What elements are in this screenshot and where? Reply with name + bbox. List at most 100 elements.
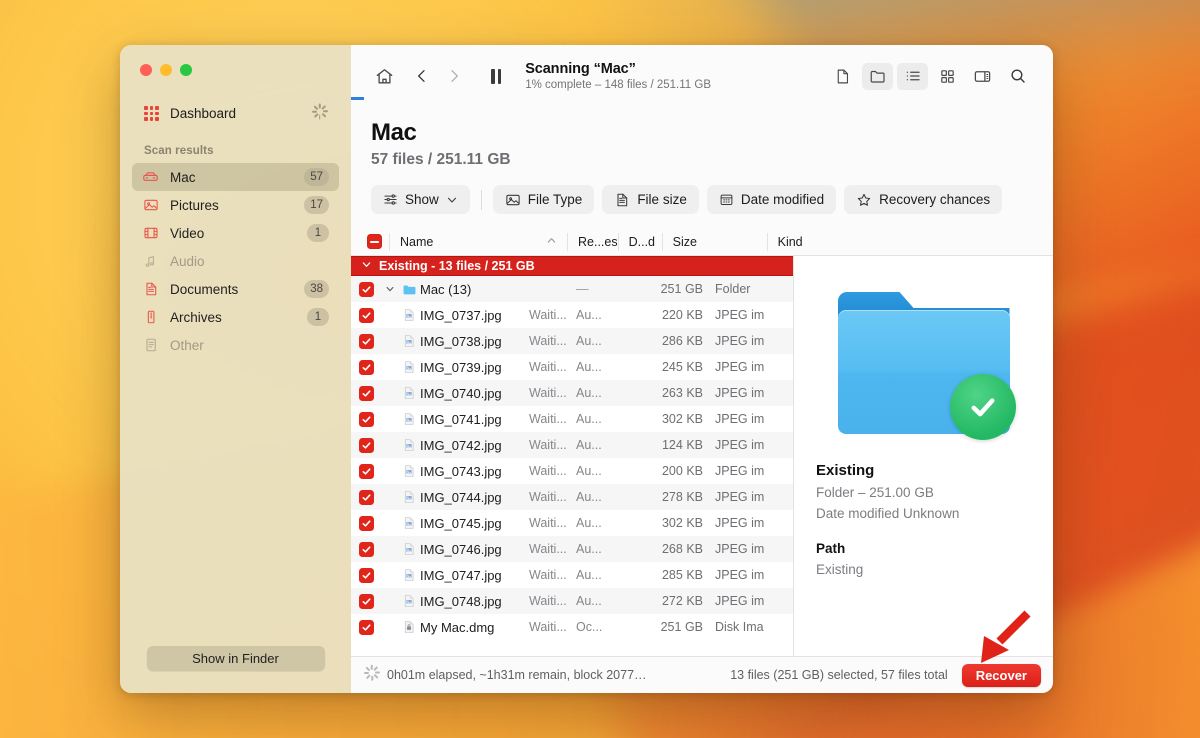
sidebar-item-documents[interactable]: Documents 38 bbox=[132, 275, 339, 303]
filter-bar: Show File Type File size Date modified Reco… bbox=[351, 169, 1053, 228]
filter-chip-file-type[interactable]: File Type bbox=[492, 185, 595, 214]
sidebar-item-dashboard[interactable]: Dashboard bbox=[134, 100, 337, 127]
table-and-preview: Existing - 13 files / 251 GB Mac (13) — 25… bbox=[351, 256, 1053, 656]
check-badge-icon bbox=[949, 374, 1016, 440]
harddisk-icon bbox=[142, 169, 159, 186]
row-size: 302 KB bbox=[661, 412, 703, 426]
table-row[interactable]: IMG_0740.jpg Waiti... Au... 263 KB JPEG im bbox=[351, 380, 793, 406]
checkbox-checked-icon bbox=[358, 281, 374, 297]
table-row[interactable]: Mac (13) — 251 GB Folder bbox=[351, 276, 793, 302]
row-checkbox[interactable] bbox=[351, 333, 381, 349]
toolbar: Scanning “Mac” 1% complete – 148 files /… bbox=[351, 45, 1053, 107]
archive-icon bbox=[142, 309, 159, 325]
row-checkbox[interactable] bbox=[351, 437, 381, 453]
table-row[interactable]: IMG_0745.jpg Waiti... Au... 302 KB JPEG im bbox=[351, 510, 793, 536]
row-checkbox[interactable] bbox=[351, 593, 381, 609]
table-row[interactable]: IMG_0739.jpg Waiti... Au... 245 KB JPEG im bbox=[351, 354, 793, 380]
table-row[interactable]: IMG_0747.jpg Waiti... Au... 285 KB JPEG im bbox=[351, 562, 793, 588]
content-area: Scanning “Mac” 1% complete – 148 files /… bbox=[351, 45, 1053, 693]
checkbox-checked-icon bbox=[358, 385, 374, 401]
row-checkbox[interactable] bbox=[351, 489, 381, 505]
folder-with-check-icon bbox=[837, 284, 1016, 440]
row-kind: JPEG im bbox=[715, 568, 765, 582]
recover-button[interactable]: Recover bbox=[961, 663, 1041, 687]
table-row[interactable]: IMG_0746.jpg Waiti... Au... 268 KB JPEG im bbox=[351, 536, 793, 562]
jpeg-file-icon bbox=[398, 568, 420, 582]
sidebar-item-mac[interactable]: Mac 57 bbox=[132, 163, 339, 191]
jpeg-file-icon bbox=[398, 542, 420, 556]
row-size: 251 GB bbox=[660, 620, 703, 634]
row-size: 263 KB bbox=[661, 386, 703, 400]
filter-chip-date-modified[interactable]: Date modified bbox=[706, 185, 837, 214]
row-checkbox[interactable] bbox=[351, 307, 381, 323]
jpeg-file-icon bbox=[398, 334, 420, 348]
sidebar-item-archives[interactable]: Archives 1 bbox=[132, 303, 339, 331]
sidebar-item-audio[interactable]: Audio bbox=[132, 247, 339, 275]
list-view-icon[interactable] bbox=[897, 62, 928, 90]
row-checkbox[interactable] bbox=[351, 515, 381, 531]
row-checkbox[interactable] bbox=[351, 541, 381, 557]
dmg-file-icon bbox=[398, 620, 420, 634]
column-header-kind[interactable]: Kind bbox=[766, 232, 1053, 251]
nav-buttons bbox=[407, 63, 469, 89]
sidebar-item-pictures[interactable]: Pictures 17 bbox=[132, 191, 339, 219]
row-size: 272 KB bbox=[661, 594, 703, 608]
folder-view-icon[interactable] bbox=[862, 62, 893, 90]
checkbox-checked-icon bbox=[358, 515, 374, 531]
row-checkbox[interactable] bbox=[351, 281, 381, 297]
search-icon[interactable] bbox=[1002, 63, 1033, 90]
row-checkbox[interactable] bbox=[351, 359, 381, 375]
page-subtitle: 57 files / 251.11 GB bbox=[371, 151, 511, 168]
row-checkbox[interactable] bbox=[351, 411, 381, 427]
row-recovery: Waiti... bbox=[529, 516, 567, 530]
sidebar-item-other[interactable]: Other bbox=[132, 331, 339, 359]
row-checkbox[interactable] bbox=[351, 385, 381, 401]
table-row[interactable]: My Mac.dmg Waiti... Oc... 251 GB Disk Ima bbox=[351, 614, 793, 640]
chevron-right-icon[interactable] bbox=[439, 63, 469, 89]
show-in-finder-button[interactable]: Show in Finder bbox=[146, 646, 325, 671]
minimize-button[interactable] bbox=[160, 64, 172, 76]
row-checkbox[interactable] bbox=[351, 463, 381, 479]
filter-chip-recovery-chances[interactable]: Recovery chances bbox=[844, 185, 1003, 214]
scan-status: Scanning “Mac” 1% complete – 148 files /… bbox=[525, 61, 711, 91]
row-date-modified: Au... bbox=[576, 490, 602, 504]
row-name: IMG_0737.jpg bbox=[420, 307, 502, 323]
music-note-icon bbox=[142, 254, 159, 269]
column-header-datemodified[interactable]: D...d bbox=[617, 232, 662, 251]
row-size: 200 KB bbox=[661, 464, 703, 478]
table-row[interactable]: IMG_0742.jpg Waiti... Au... 124 KB JPEG im bbox=[351, 432, 793, 458]
sidebar-panel-icon[interactable] bbox=[967, 63, 998, 90]
jpeg-file-icon bbox=[398, 360, 420, 374]
home-icon[interactable] bbox=[369, 63, 399, 89]
row-date-modified: Au... bbox=[576, 464, 602, 478]
table-row[interactable]: IMG_0737.jpg Waiti... Au... 220 KB JPEG im bbox=[351, 302, 793, 328]
group-header-existing[interactable]: Existing - 13 files / 251 GB bbox=[351, 256, 793, 276]
zoom-button[interactable] bbox=[180, 64, 192, 76]
table-row[interactable]: IMG_0741.jpg Waiti... Au... 302 KB JPEG im bbox=[351, 406, 793, 432]
pause-icon[interactable] bbox=[491, 68, 502, 84]
column-header-recovery[interactable]: Re...es bbox=[567, 232, 618, 251]
table-row[interactable]: IMG_0738.jpg Waiti... Au... 286 KB JPEG im bbox=[351, 328, 793, 354]
row-kind: JPEG im bbox=[715, 438, 765, 452]
sidebar-item-video[interactable]: Video 1 bbox=[132, 219, 339, 247]
show-dropdown[interactable]: Show bbox=[371, 185, 470, 214]
column-header-name[interactable]: Name bbox=[389, 232, 567, 251]
close-button[interactable] bbox=[140, 64, 152, 76]
row-date-modified: Au... bbox=[576, 594, 602, 608]
grid-view-icon[interactable] bbox=[932, 63, 963, 90]
table-row[interactable]: IMG_0743.jpg Waiti... Au... 200 KB JPEG im bbox=[351, 458, 793, 484]
row-name: IMG_0740.jpg bbox=[420, 385, 502, 401]
file-view-icon[interactable] bbox=[827, 63, 858, 90]
table-row[interactable]: IMG_0744.jpg Waiti... Au... 278 KB JPEG im bbox=[351, 484, 793, 510]
chevron-left-icon[interactable] bbox=[407, 63, 437, 89]
column-header-size[interactable]: Size bbox=[661, 232, 767, 251]
jpeg-file-icon bbox=[398, 386, 420, 400]
table-row[interactable]: IMG_0748.jpg Waiti... Au... 272 KB JPEG im bbox=[351, 588, 793, 614]
row-checkbox[interactable] bbox=[351, 619, 381, 635]
filter-chip-file-size[interactable]: File size bbox=[602, 185, 699, 214]
document-icon bbox=[142, 281, 159, 297]
row-size: 302 KB bbox=[661, 516, 703, 530]
select-all-checkbox[interactable] bbox=[359, 234, 389, 249]
row-checkbox[interactable] bbox=[351, 567, 381, 583]
disclosure-triangle[interactable] bbox=[381, 284, 398, 294]
